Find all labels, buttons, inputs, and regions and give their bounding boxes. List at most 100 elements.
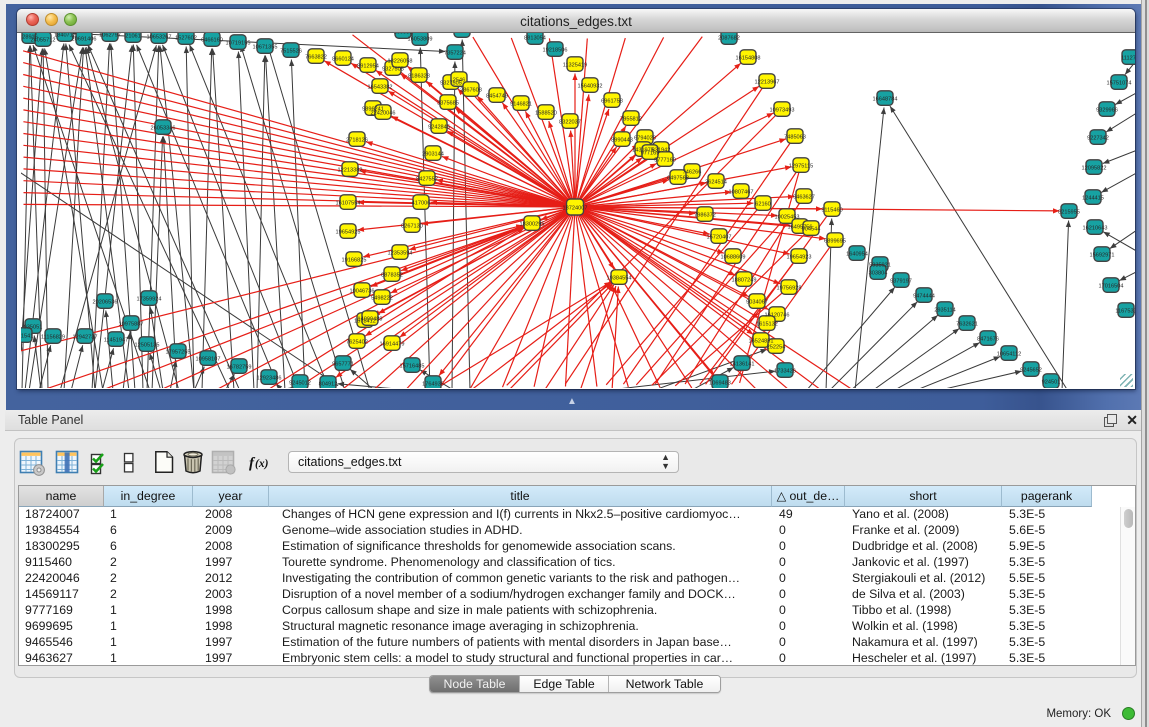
svg-text:20206536: 20206536 <box>93 299 118 305</box>
svg-text:9227342: 9227342 <box>1087 135 1109 141</box>
svg-text:2903144: 2903144 <box>422 151 444 157</box>
svg-text:13226058: 13226058 <box>388 58 413 64</box>
svg-text:1764935: 1764935 <box>422 381 444 387</box>
svg-text:6794028: 6794028 <box>634 135 656 141</box>
svg-text:11325419: 11325419 <box>563 62 587 68</box>
svg-text:935872: 935872 <box>453 33 472 34</box>
svg-text:6899695: 6899695 <box>824 238 846 244</box>
svg-text:17359924: 17359924 <box>137 296 162 302</box>
svg-text:15751074: 15751074 <box>1107 80 1132 86</box>
svg-text:2935114: 2935114 <box>934 307 955 313</box>
svg-text:5498222: 5498222 <box>371 295 393 301</box>
svg-text:1167533: 1167533 <box>1115 308 1135 314</box>
svg-text:9474444: 9474444 <box>913 293 935 299</box>
svg-text:8427552: 8427552 <box>416 176 438 182</box>
svg-text:16154808: 16154808 <box>736 55 761 61</box>
svg-text:19218506: 19218506 <box>543 47 568 53</box>
svg-text:7632621: 7632621 <box>956 321 978 327</box>
svg-text:9245012: 9245012 <box>289 380 311 386</box>
svg-text:8322037: 8322037 <box>559 119 581 125</box>
svg-text:1640954: 1640954 <box>846 251 868 257</box>
svg-text:7485063: 7485063 <box>784 134 806 140</box>
svg-text:8215955: 8215955 <box>1058 209 1080 215</box>
svg-text:2087682: 2087682 <box>718 35 740 41</box>
svg-text:6497568: 6497568 <box>667 175 689 181</box>
svg-text:19654923: 19654923 <box>787 254 812 260</box>
svg-text:9657771: 9657771 <box>332 361 354 367</box>
svg-text:9146821: 9146821 <box>510 101 532 107</box>
svg-text:8990443: 8990443 <box>611 137 633 143</box>
svg-text:16210643: 16210643 <box>1083 225 1108 231</box>
svg-text:1527602: 1527602 <box>175 35 197 41</box>
svg-text:10975887: 10975887 <box>119 321 144 327</box>
svg-text:6961758: 6961758 <box>601 98 623 104</box>
svg-text:1062797: 1062797 <box>99 33 121 38</box>
svg-text:8878352: 8878352 <box>381 272 403 278</box>
svg-text:18300295: 18300295 <box>520 221 545 227</box>
svg-text:111278: 111278 <box>1121 55 1135 61</box>
svg-text:10807467: 10807467 <box>729 189 754 195</box>
svg-text:9115460: 9115460 <box>821 207 842 213</box>
svg-text:7625402: 7625402 <box>346 339 368 345</box>
svg-text:10958107: 10958107 <box>196 356 221 362</box>
svg-text:16648784: 16648784 <box>873 96 898 102</box>
svg-text:7663822: 7663822 <box>305 54 327 60</box>
svg-text:303804: 303804 <box>869 270 888 276</box>
svg-text:19654925: 19654925 <box>336 229 361 235</box>
svg-text:17016504: 17016504 <box>1099 283 1124 289</box>
svg-text:20691406: 20691406 <box>72 36 97 42</box>
svg-text:15716485: 15716485 <box>400 363 425 369</box>
svg-text:21061: 21061 <box>125 33 141 39</box>
svg-text:3624514: 3624514 <box>705 179 727 185</box>
svg-text:16107554: 16107554 <box>336 200 361 206</box>
svg-text:252254: 252254 <box>767 344 786 350</box>
svg-text:1588520: 1588520 <box>535 110 557 116</box>
svg-text:12213382: 12213382 <box>338 167 363 173</box>
svg-text:9245652: 9245652 <box>1020 367 1042 373</box>
svg-text:10671355: 10671355 <box>253 44 278 50</box>
svg-text:16543382: 16543382 <box>368 84 393 90</box>
svg-text:7357224: 7357224 <box>444 50 466 56</box>
svg-text:62160: 62160 <box>755 201 771 207</box>
svg-text:12975115: 12975115 <box>789 163 813 169</box>
svg-text:12923486: 12923486 <box>257 375 282 381</box>
svg-text:9463627: 9463627 <box>793 194 815 200</box>
svg-text:12942737: 12942737 <box>73 334 98 340</box>
svg-text:924501: 924501 <box>1042 379 1061 385</box>
svg-text:(x): (x) <box>255 458 269 470</box>
svg-text:19756928: 19756928 <box>777 285 802 291</box>
svg-text:7986372: 7986372 <box>694 212 716 218</box>
svg-text:14099489: 14099489 <box>358 316 383 322</box>
svg-text:935051: 935051 <box>24 324 43 330</box>
svg-text:5935921: 5935921 <box>869 262 891 268</box>
svg-text:12505135: 12505135 <box>135 342 160 348</box>
svg-text:12213967: 12213967 <box>755 79 780 85</box>
svg-text:2867608: 2867608 <box>460 87 482 93</box>
svg-text:10654112: 10654112 <box>997 351 1021 357</box>
svg-text:9329966: 9329966 <box>1096 107 1118 113</box>
svg-text:10046736: 10046736 <box>350 288 375 294</box>
svg-text:9242845: 9242845 <box>428 124 450 130</box>
svg-text:417006: 417006 <box>412 200 431 206</box>
svg-text:8912954: 8912954 <box>357 63 379 69</box>
svg-text:2718126: 2718126 <box>346 137 368 143</box>
svg-text:8471676: 8471676 <box>977 336 999 342</box>
svg-text:10719155: 10719155 <box>226 40 251 46</box>
svg-text:16120746: 16120746 <box>765 312 790 318</box>
svg-text:9327505: 9327505 <box>382 66 404 72</box>
svg-text:26053346: 26053346 <box>151 125 176 131</box>
svg-text:977169: 977169 <box>641 150 660 156</box>
svg-text:16782759: 16782759 <box>227 364 252 370</box>
svg-text:15640932: 15640932 <box>578 83 603 89</box>
svg-text:3375685: 3375685 <box>437 100 459 106</box>
svg-text:17957255: 17957255 <box>166 349 191 355</box>
svg-text:7515526: 7515526 <box>280 48 302 54</box>
svg-text:15692971: 15692971 <box>1090 252 1115 258</box>
svg-text:16914479: 16914479 <box>380 341 405 347</box>
svg-text:10025453: 10025453 <box>775 214 800 220</box>
svg-text:7955812: 7955812 <box>620 116 642 122</box>
svg-text:16053809: 16053809 <box>408 36 433 42</box>
svg-text:19166825: 19166825 <box>342 257 367 263</box>
svg-text:11451947: 11451947 <box>104 337 128 343</box>
svg-text:9034067: 9034067 <box>746 299 768 305</box>
